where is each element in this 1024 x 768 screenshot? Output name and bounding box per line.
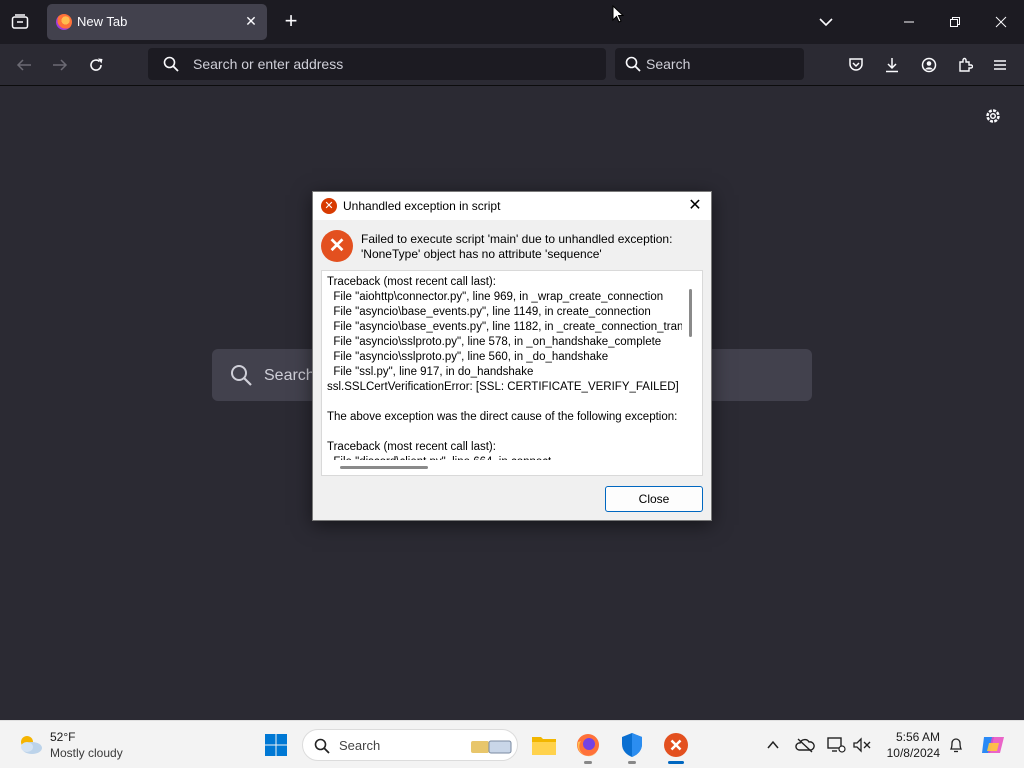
clock-time[interactable]: 5:56 AM <box>888 730 940 744</box>
running-indicator <box>584 761 592 764</box>
dialog-title-bar: ✕ Unhandled exception in script ✕ <box>313 192 711 220</box>
chevron-down-icon <box>819 18 833 27</box>
mouse-cursor-icon <box>612 5 624 23</box>
shield-icon <box>622 733 642 757</box>
search-icon <box>625 56 641 72</box>
folder-icon <box>532 737 556 755</box>
error-app[interactable] <box>660 729 692 764</box>
network-tray[interactable] <box>826 735 846 755</box>
dialog-close-icon[interactable]: ✕ <box>685 196 705 216</box>
firefox-view-icon <box>11 14 29 29</box>
gear-icon <box>986 109 1000 123</box>
tab-close-icon[interactable]: ✕ <box>243 13 259 29</box>
error-icon: ✕ <box>321 230 353 262</box>
weather-description: Mostly cloudy <box>50 746 123 760</box>
chevron-up-icon <box>767 740 779 749</box>
pocket-icon <box>849 58 863 71</box>
firefox-app[interactable] <box>572 729 604 764</box>
firefox-view-button[interactable] <box>6 10 34 34</box>
search-icon <box>163 56 179 72</box>
forward-button[interactable] <box>48 53 72 77</box>
nav-bar <box>0 44 1024 86</box>
vertical-scrollbar[interactable] <box>689 289 692 337</box>
tab-strip: New Tab ✕ + <box>0 0 1024 44</box>
search-bar[interactable] <box>615 48 804 80</box>
bell-icon <box>949 738 963 753</box>
traceback-text: Traceback (most recent call last): File … <box>327 276 682 460</box>
reload-icon <box>90 58 103 71</box>
downloads-button[interactable] <box>880 53 904 77</box>
network-icon <box>827 737 846 753</box>
error-icon: ✕ <box>321 198 337 214</box>
firefox-favicon-icon <box>56 14 72 30</box>
traceback-textbox[interactable]: Traceback (most recent call last): File … <box>321 270 703 476</box>
dialog-message-line1: Failed to execute script 'main' due to u… <box>361 232 673 246</box>
speaker-muted-icon <box>853 737 871 753</box>
address-bar[interactable] <box>148 48 606 80</box>
exception-dialog: ✕ Unhandled exception in script ✕ ✕ Fail… <box>312 191 712 521</box>
active-indicator <box>668 761 684 764</box>
account-button[interactable] <box>917 53 941 77</box>
weather-temperature: 52°F <box>50 730 76 744</box>
search-input[interactable] <box>646 55 796 73</box>
minimize-icon <box>904 21 914 23</box>
tab-title: New Tab <box>77 14 128 29</box>
volume-tray[interactable] <box>852 735 872 755</box>
hamburger-icon <box>994 60 1006 70</box>
copilot-button[interactable] <box>980 733 1006 757</box>
notifications-button[interactable] <box>946 735 966 755</box>
windows-start-icon[interactable] <box>264 733 288 757</box>
download-icon <box>886 58 898 73</box>
taskbar-search-box[interactable]: Search <box>302 729 518 761</box>
close-button[interactable]: Close <box>605 486 703 512</box>
puzzle-icon <box>959 57 973 72</box>
file-explorer-app[interactable] <box>528 729 560 761</box>
pocket-button[interactable] <box>844 53 868 77</box>
windows-security-app[interactable] <box>616 729 648 764</box>
restore-button[interactable] <box>943 10 967 34</box>
clock-date[interactable]: 10/8/2024 <box>880 746 940 760</box>
extensions-button[interactable] <box>953 53 977 77</box>
address-input[interactable] <box>193 55 593 73</box>
search-highlight-icon <box>471 740 512 754</box>
dialog-message: Failed to execute script 'main' due to u… <box>361 232 701 262</box>
minimize-button[interactable] <box>897 10 921 34</box>
search-icon <box>314 738 330 754</box>
copilot-icon <box>982 737 1004 753</box>
restore-icon <box>950 17 960 27</box>
cloud-offline-icon <box>795 738 815 753</box>
reload-button[interactable] <box>84 53 108 77</box>
menu-button[interactable] <box>988 53 1012 77</box>
new-tab-button[interactable]: + <box>280 10 302 34</box>
running-indicator <box>628 761 636 764</box>
cloudy-weather-icon[interactable] <box>16 733 44 755</box>
show-hidden-icons-button[interactable] <box>763 735 783 755</box>
onedrive-tray[interactable] <box>795 735 815 755</box>
list-all-tabs-button[interactable] <box>816 12 836 32</box>
account-icon <box>921 57 937 73</box>
close-icon <box>995 16 1007 28</box>
arrow-right-icon <box>53 59 68 71</box>
horizontal-scrollbar[interactable] <box>340 466 428 469</box>
personalize-button[interactable] <box>983 106 1003 126</box>
taskbar: 52°F Mostly cloudy Search 5:56 AM 10/8/2… <box>0 720 1024 768</box>
error-app-icon <box>664 733 688 757</box>
back-button[interactable] <box>12 53 36 77</box>
close-window-button[interactable] <box>989 10 1013 34</box>
firefox-icon <box>577 734 599 757</box>
dialog-title: Unhandled exception in script <box>343 199 501 213</box>
search-icon <box>231 365 252 386</box>
taskbar-search-label: Search <box>339 738 381 753</box>
tab-new-tab[interactable]: New Tab ✕ <box>47 4 267 40</box>
dialog-message-line2: 'NoneType' object has no attribute 'sequ… <box>361 247 602 261</box>
arrow-left-icon <box>16 59 31 71</box>
